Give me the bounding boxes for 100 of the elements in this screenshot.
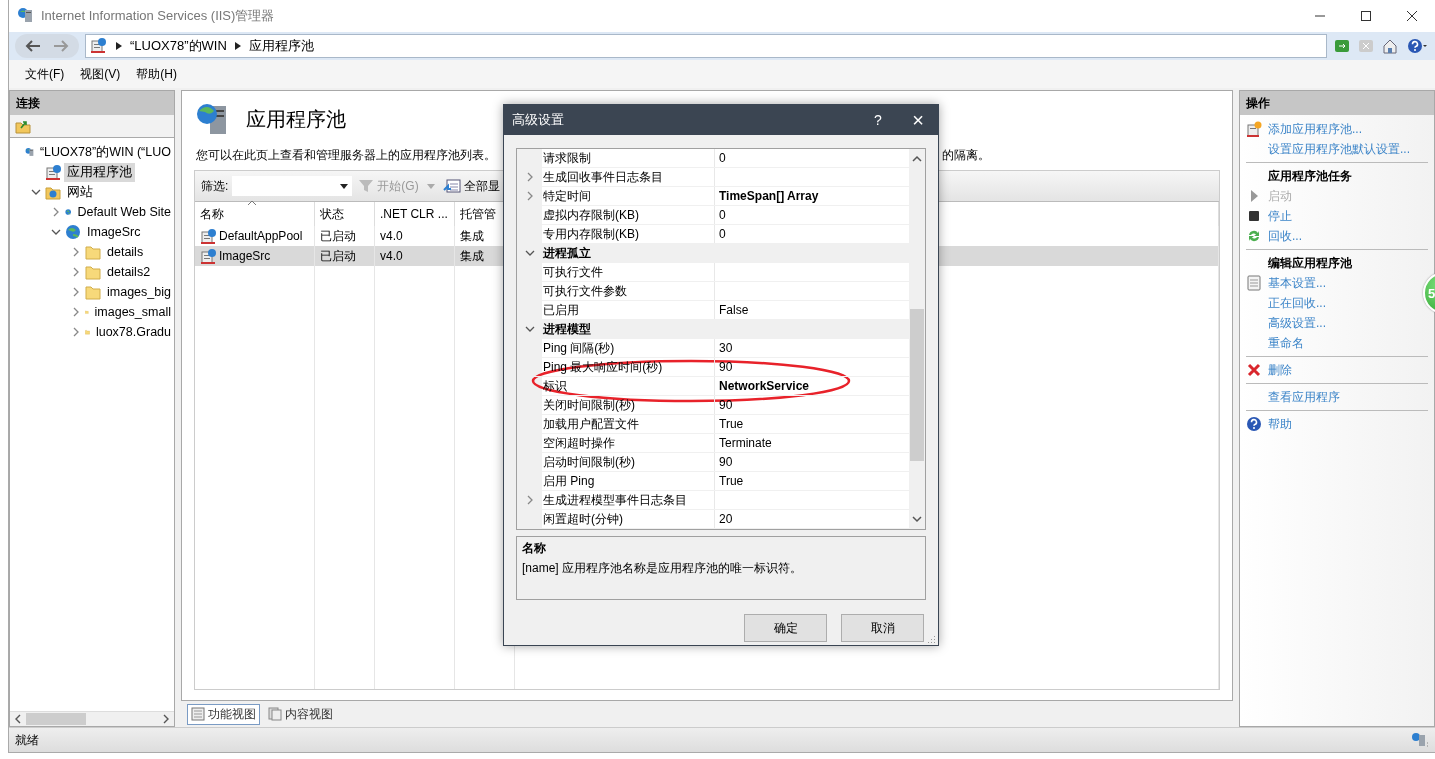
tree-item[interactable]: “LUOX78”的WIN (“LUO xyxy=(36,142,174,162)
breadcrumb-item[interactable]: “LUOX78”的WIN xyxy=(130,37,227,55)
close-icon xyxy=(1407,11,1417,21)
show-all-button[interactable]: 全部显 xyxy=(440,177,502,195)
category-label: 进程模型 xyxy=(542,320,909,338)
sort-caret-icon xyxy=(247,200,257,206)
column-header[interactable]: 状态 xyxy=(315,202,375,226)
action-link[interactable]: 停止 xyxy=(1246,206,1292,226)
funnel-icon xyxy=(358,178,375,194)
tree-item[interactable]: details xyxy=(104,244,147,260)
action-link[interactable]: 帮助 xyxy=(1246,414,1292,434)
tree-item[interactable]: details2 xyxy=(104,264,154,280)
action-link[interactable]: 查看应用程序 xyxy=(1246,387,1340,407)
action-link[interactable]: 添加应用程序池... xyxy=(1246,119,1362,139)
property-name: 专用内存限制(KB) xyxy=(542,225,715,243)
property-name: 已启用 xyxy=(542,301,715,319)
dropdown-caret-icon xyxy=(426,183,435,189)
property-value: 0 xyxy=(718,207,727,224)
recycle-icon xyxy=(1246,228,1262,244)
maximize-icon xyxy=(1361,11,1371,21)
grid-view-icon xyxy=(191,707,205,721)
home-icon xyxy=(1382,38,1398,54)
stop-icon xyxy=(1246,208,1262,224)
tree-item[interactable]: Default Web Site xyxy=(74,204,174,220)
resize-grip-icon xyxy=(928,635,936,643)
property-value: True xyxy=(718,473,745,490)
folder-icon xyxy=(85,244,101,260)
window-title: Internet Information Services (IIS)管理器 xyxy=(41,7,276,25)
app-pool-icon xyxy=(45,164,61,180)
tree-item[interactable]: ImageSrc xyxy=(84,224,144,240)
tree-item[interactable]: luox78.Gradu xyxy=(92,324,174,340)
property-name: 加载用户配置文件 xyxy=(542,415,715,433)
view-tab[interactable]: 功能视图 xyxy=(187,703,260,725)
property-name: 虚拟内存限制(KB) xyxy=(542,206,715,224)
property-grid[interactable] xyxy=(516,148,926,530)
column-header[interactable]: 名称 xyxy=(195,202,315,226)
tree-item[interactable]: 网站 xyxy=(64,182,96,202)
property-name: 生成进程模型事件日志条目 xyxy=(542,491,715,509)
status-text: 就绪 xyxy=(15,731,39,749)
dropdown-caret-icon xyxy=(340,183,349,189)
table-cell[interactable]: ImageSrc xyxy=(195,246,315,266)
page-title: 应用程序池 xyxy=(246,106,346,132)
address-field[interactable]: “LUOX78”的WIN 应用程序池 xyxy=(85,34,1327,58)
stop-icon xyxy=(1358,38,1374,54)
action-link[interactable]: 高级设置... xyxy=(1246,313,1326,333)
filter-field[interactable] xyxy=(232,176,353,196)
page-view-icon xyxy=(268,707,282,721)
tree-item[interactable]: images_big xyxy=(104,284,174,300)
description-title: 名称 xyxy=(522,540,547,557)
home-button[interactable] xyxy=(1381,37,1399,55)
filter-label: 筛选: xyxy=(201,177,229,195)
table-cell: 已启动 xyxy=(315,246,375,266)
property-value: True xyxy=(718,416,745,433)
action-link[interactable]: 设置应用程序池默认设置... xyxy=(1246,139,1410,159)
property-value: 0 xyxy=(718,226,727,243)
close-button[interactable]: × xyxy=(898,105,938,135)
scroll-up-icon xyxy=(912,155,922,163)
view-tab[interactable]: 内容视图 xyxy=(264,703,337,725)
description-text: [name] 应用程序池名称是应用程序池的唯一标识符。 xyxy=(522,560,804,577)
add-pool-icon xyxy=(1246,121,1262,137)
help-menu-button[interactable] xyxy=(1405,37,1429,55)
property-value: 20 xyxy=(718,511,734,528)
dropdown-button[interactable] xyxy=(424,183,437,189)
property-name: 启用 Ping xyxy=(542,472,715,490)
folder-icon xyxy=(85,264,101,280)
scroll-down-icon xyxy=(912,515,922,523)
breadcrumb-item[interactable]: 应用程序池 xyxy=(248,37,314,55)
help-icon xyxy=(1246,416,1262,432)
cancel-button[interactable]: 取消 xyxy=(841,614,924,642)
table-cell: v4.0 xyxy=(375,246,455,266)
tree-item[interactable]: images_small xyxy=(91,304,174,320)
refresh-button[interactable] xyxy=(1333,37,1351,55)
property-value: TimeSpan[] Array xyxy=(718,188,820,205)
section-heading: 编辑应用程序池 xyxy=(1267,254,1352,272)
action-link[interactable]: 删除 xyxy=(1246,360,1292,380)
server-status-icon xyxy=(1411,732,1429,748)
action-link[interactable]: 回收... xyxy=(1246,226,1302,246)
action-link[interactable]: 重命名 xyxy=(1246,333,1304,353)
menu-item[interactable]: 视图(V) xyxy=(72,61,129,87)
action-link[interactable]: 基本设置... xyxy=(1246,273,1326,293)
property-value: 90 xyxy=(718,359,734,376)
server-icon xyxy=(17,7,35,25)
app-pool-icon xyxy=(200,228,216,244)
property-name: 生成回收事件日志条目 xyxy=(542,168,715,186)
breadcrumb-arrow-icon xyxy=(234,42,241,50)
delete-icon xyxy=(1246,362,1262,378)
vertical-scrollbar[interactable] xyxy=(909,149,925,529)
menu-item[interactable]: 文件(F) xyxy=(17,61,73,87)
property-name: 闲置超时(分钟) xyxy=(542,510,715,528)
property-name: Ping 间隔(秒) xyxy=(542,339,715,357)
list-refresh-icon xyxy=(442,178,461,194)
panel-header: 连接 xyxy=(10,91,174,115)
tree-item[interactable]: 应用程序池 xyxy=(64,162,135,182)
ok-button[interactable]: 确定 xyxy=(744,614,827,642)
help-button[interactable]: ? xyxy=(858,105,898,135)
horizontal-scrollbar[interactable] xyxy=(10,711,174,726)
folder-globe-icon xyxy=(45,184,61,200)
column-header[interactable]: .NET CLR ... xyxy=(375,202,455,226)
action-link[interactable]: 正在回收... xyxy=(1246,293,1326,313)
menu-item[interactable]: 帮助(H) xyxy=(128,61,185,87)
